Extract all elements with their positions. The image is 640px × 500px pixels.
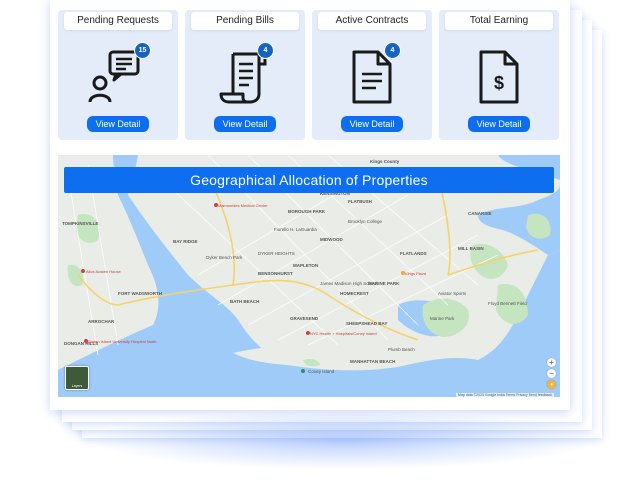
map-label: NYC Health + Hospitals/Coney Island bbox=[310, 331, 377, 336]
card-title: Total Earning bbox=[445, 12, 553, 30]
map-label: BOROUGH PARK bbox=[288, 209, 326, 214]
map-label: CANARSIE bbox=[468, 211, 492, 216]
map-label: James Madison High School bbox=[320, 281, 377, 286]
map-label: Floyd Bennett Field bbox=[488, 301, 527, 306]
map-layers-button[interactable]: Layers bbox=[65, 366, 89, 390]
map-label: MIDWOOD bbox=[320, 237, 343, 242]
card-active-contracts: Active Contracts 4 View Detail bbox=[312, 10, 432, 140]
map-label: Aviator Sports bbox=[438, 291, 467, 296]
view-detail-button[interactable]: View Detail bbox=[214, 116, 276, 132]
map-label: MILL BASIN bbox=[458, 246, 484, 251]
svg-text:$: $ bbox=[494, 73, 504, 93]
map-pin-icon[interactable] bbox=[81, 269, 85, 273]
notification-badge: 15 bbox=[134, 42, 151, 59]
notification-badge: 4 bbox=[257, 42, 274, 59]
properties-map[interactable]: Kings County Maimonides Medical Center B… bbox=[58, 155, 560, 397]
map-label: Kings County bbox=[370, 159, 400, 164]
map-label: GRAVESEND bbox=[290, 316, 319, 321]
card-title: Active Contracts bbox=[318, 12, 426, 30]
view-detail-button[interactable]: View Detail bbox=[468, 116, 530, 132]
map-label: Fiorello H. LaGuardia bbox=[274, 227, 317, 232]
map-label: BENSONHURST bbox=[258, 271, 293, 276]
map-label: BATH BEACH bbox=[230, 299, 259, 304]
dollar-document-icon: $ bbox=[467, 42, 531, 108]
map-label: HOMECREST bbox=[340, 291, 369, 296]
zoom-in-button[interactable]: + bbox=[547, 358, 556, 367]
map-label: Plumb Beach bbox=[388, 347, 415, 352]
map-label: Kings Plaza bbox=[405, 271, 427, 276]
map-label: FLATLANDS bbox=[400, 251, 427, 256]
map-label: Coney Island bbox=[308, 369, 335, 374]
card-total-earning: Total Earning $ View Detail bbox=[439, 10, 559, 140]
map-label: TOMPKINSVILLE bbox=[62, 221, 98, 226]
map-attribution: Map data ©2023 Google India Terms Privac… bbox=[456, 393, 554, 397]
map-label: Dyker Beach Park bbox=[206, 255, 243, 260]
card-title: Pending Requests bbox=[64, 12, 172, 30]
dashboard-panel: Pending Requests 15 View Detail Pending … bbox=[50, 0, 570, 410]
map-label: MANHATTAN BEACH bbox=[350, 359, 395, 364]
map-label: Marine Park bbox=[430, 316, 455, 321]
view-detail-button[interactable]: View Detail bbox=[87, 116, 149, 132]
layers-label: Layers bbox=[71, 384, 83, 388]
map-label: FLATBUSH bbox=[348, 199, 372, 204]
map-label: Brooklyn College bbox=[348, 219, 383, 224]
map-pin-icon[interactable] bbox=[301, 369, 305, 373]
card-title: Pending Bills bbox=[191, 12, 299, 30]
map-pin-icon[interactable] bbox=[401, 271, 405, 275]
zoom-out-button[interactable]: − bbox=[547, 369, 556, 378]
map-label: Maimonides Medical Center bbox=[218, 203, 268, 208]
map-label: FORT WADSWORTH bbox=[118, 291, 162, 296]
map-pin-icon[interactable] bbox=[84, 339, 88, 343]
notification-badge: 4 bbox=[384, 42, 401, 59]
map-label: SHEEPSHEAD BAY bbox=[346, 321, 387, 326]
shadow-glow bbox=[90, 410, 600, 470]
map-label: Alice Austen House bbox=[86, 269, 121, 274]
map-pin-icon[interactable] bbox=[306, 331, 310, 335]
map-label: DYKER HEIGHTS bbox=[258, 251, 295, 256]
map-pin-icon[interactable] bbox=[214, 203, 218, 207]
map-label: BAY RIDGE bbox=[173, 239, 198, 244]
map-label: ARROCHAR bbox=[88, 319, 115, 324]
card-pending-bills: Pending Bills 4 View Detail bbox=[185, 10, 305, 140]
map-label: Staten Island University Hospital North bbox=[88, 339, 156, 344]
card-pending-requests: Pending Requests 15 View Detail bbox=[58, 10, 178, 140]
map-label: MAPLETON bbox=[293, 263, 318, 268]
street-view-pegman-icon[interactable]: • bbox=[547, 380, 556, 389]
map-title: Geographical Allocation of Properties bbox=[64, 167, 554, 193]
view-detail-button[interactable]: View Detail bbox=[341, 116, 403, 132]
